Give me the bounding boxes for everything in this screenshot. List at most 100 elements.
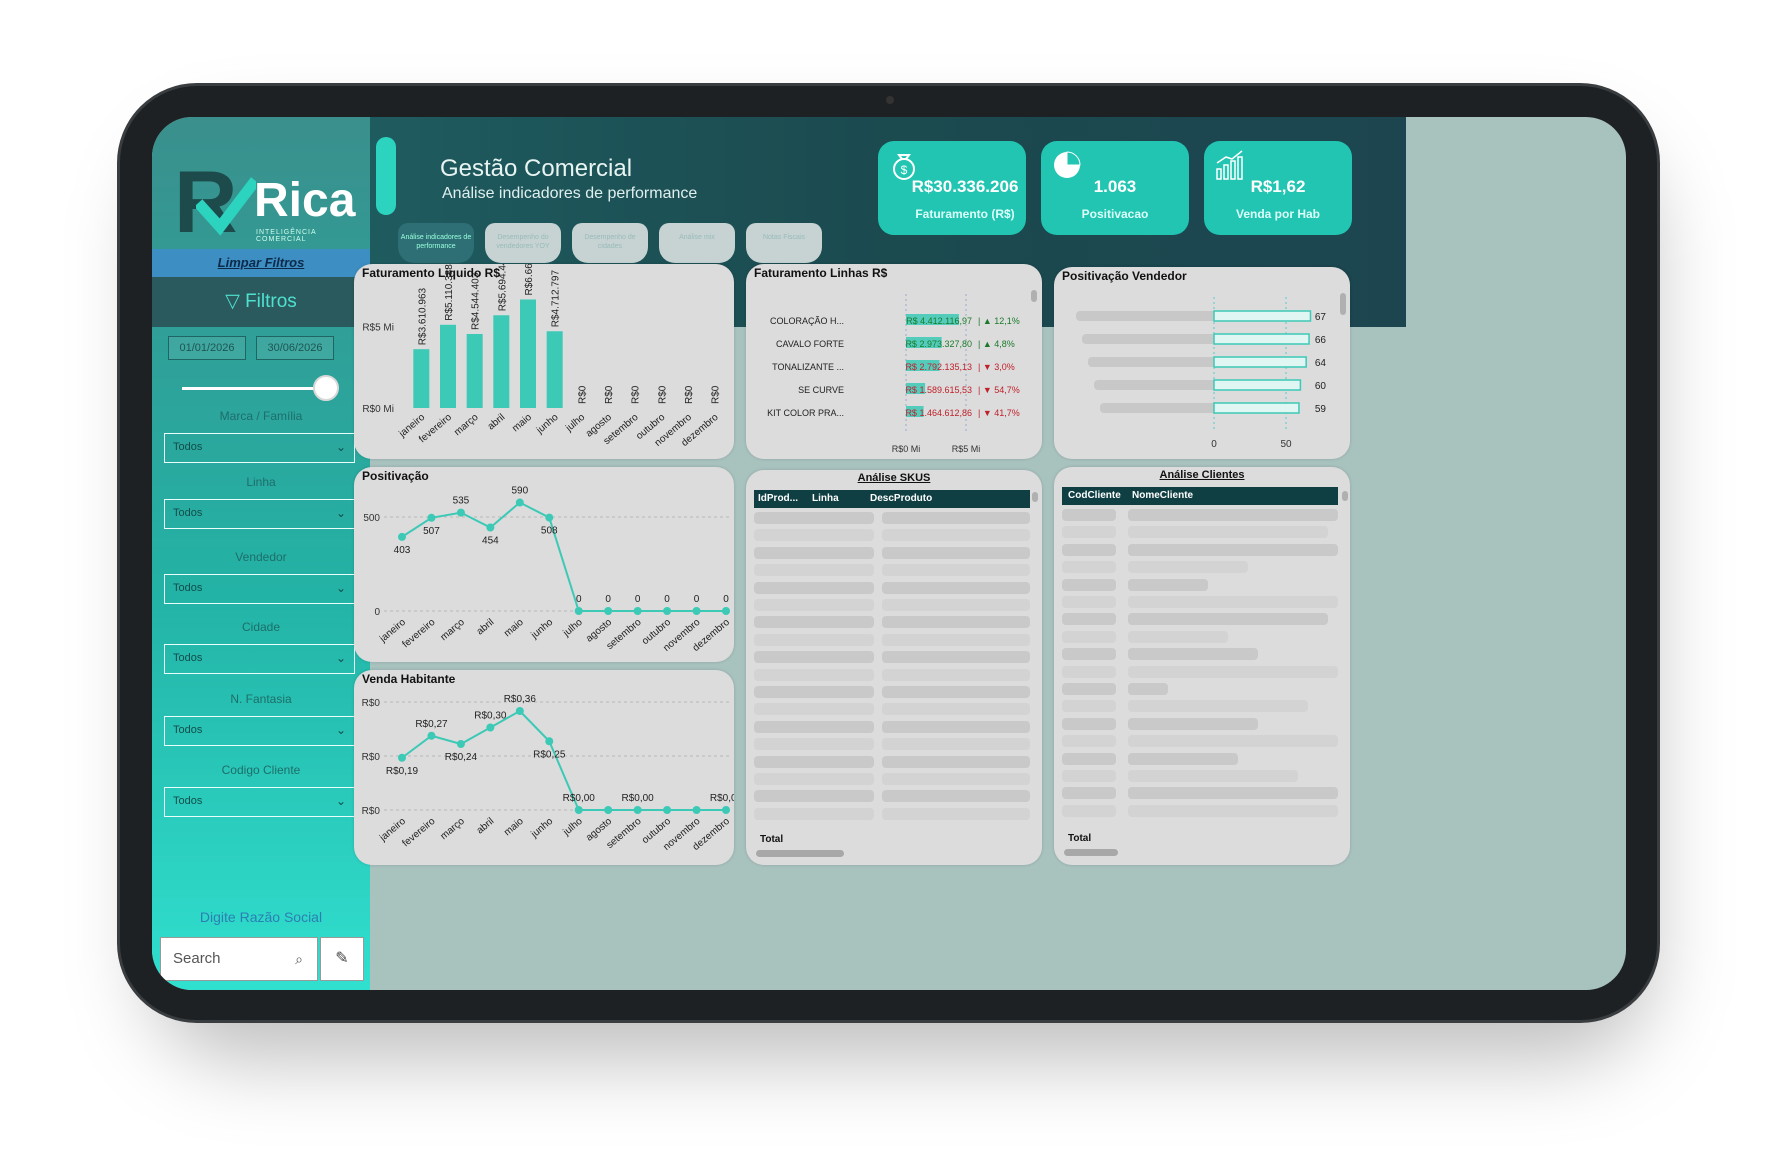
table-cell[interactable] — [1128, 770, 1298, 782]
tab-analise-mix[interactable]: Análise mix — [659, 223, 735, 263]
table-cell[interactable] — [1128, 613, 1328, 626]
table-cell[interactable] — [754, 773, 874, 785]
filter-select-cidade[interactable]: Todos ⌄ — [164, 644, 355, 674]
table-cell[interactable] — [882, 651, 1030, 664]
clear-filters-button[interactable]: Limpar Filtros — [152, 249, 370, 277]
vertical-scrollbar[interactable] — [1340, 293, 1346, 315]
table-cell[interactable] — [1062, 804, 1116, 817]
vertical-scrollbar[interactable] — [1342, 491, 1348, 501]
table-cell[interactable] — [1062, 735, 1116, 748]
table-cell[interactable] — [754, 633, 874, 646]
table-cell[interactable] — [1128, 648, 1258, 661]
filter-select-fantasia[interactable]: Todos ⌄ — [164, 716, 355, 746]
table-cell[interactable] — [754, 599, 874, 611]
horizontal-scrollbar[interactable] — [756, 850, 844, 857]
filter-select-linha[interactable]: Todos ⌄ — [164, 499, 355, 529]
table-cell[interactable] — [754, 564, 874, 577]
table-cell[interactable] — [754, 807, 874, 820]
table-cell[interactable] — [754, 529, 874, 542]
table-cell[interactable] — [754, 512, 874, 524]
table-cell[interactable] — [882, 720, 1030, 733]
table-cell[interactable] — [882, 755, 1030, 768]
filter-select-codigo[interactable]: Todos ⌄ — [164, 787, 355, 817]
razao-search-input[interactable]: Search ⌕ — [160, 937, 318, 981]
table-cell[interactable] — [882, 564, 1030, 577]
table-cell[interactable] — [754, 581, 874, 594]
table-cell[interactable] — [754, 790, 874, 803]
search-icon[interactable]: ⌕ — [295, 938, 303, 980]
table-cell[interactable] — [1128, 509, 1338, 521]
tab-notas-fiscais[interactable]: Notas Fiscais — [746, 223, 822, 263]
table-cell[interactable] — [1062, 752, 1116, 765]
date-slider-track[interactable] — [182, 387, 322, 390]
table-cell[interactable] — [1128, 596, 1338, 608]
table-cell[interactable] — [1062, 787, 1116, 800]
table-cell[interactable] — [754, 755, 874, 768]
horizontal-scrollbar[interactable] — [1064, 849, 1118, 856]
table-cell[interactable] — [1128, 735, 1338, 748]
table-cell[interactable] — [1128, 543, 1338, 556]
vertical-scrollbar[interactable] — [1032, 492, 1038, 502]
vertical-scrollbar[interactable] — [1031, 290, 1037, 302]
table-cell[interactable] — [1062, 613, 1116, 626]
column-header[interactable]: IdProd... — [758, 490, 798, 508]
table-cell[interactable] — [754, 546, 874, 559]
column-header[interactable]: CodCliente — [1068, 487, 1121, 505]
table-cell[interactable] — [882, 599, 1030, 611]
date-slider-handle[interactable] — [313, 375, 339, 401]
table-cell[interactable] — [882, 616, 1030, 629]
table-cell[interactable] — [1062, 509, 1116, 521]
filter-select-vendedor[interactable]: Todos ⌄ — [164, 574, 355, 604]
table-cell[interactable] — [1128, 561, 1248, 574]
table-cell[interactable] — [1128, 717, 1258, 730]
table-cell[interactable] — [754, 686, 874, 698]
date-start-input[interactable]: 01/01/2026 — [168, 336, 246, 360]
table-cell[interactable] — [754, 668, 874, 681]
table-cell[interactable] — [1062, 770, 1116, 782]
date-end-input[interactable]: 30/06/2026 — [256, 336, 334, 360]
table-cell[interactable] — [754, 651, 874, 664]
table-cell[interactable] — [882, 703, 1030, 716]
table-cell[interactable] — [1062, 630, 1116, 643]
table-cell[interactable] — [1062, 717, 1116, 730]
table-cell[interactable] — [1062, 683, 1116, 695]
table-cell[interactable] — [1062, 596, 1116, 608]
table-cell[interactable] — [882, 529, 1030, 542]
table-cell[interactable] — [1128, 804, 1338, 817]
table-cell[interactable] — [1128, 683, 1168, 695]
table-cell[interactable] — [1128, 578, 1208, 591]
table-cell[interactable] — [882, 773, 1030, 785]
table-cell[interactable] — [1062, 578, 1116, 591]
table-cell[interactable] — [1128, 526, 1328, 539]
column-header[interactable]: Linha — [812, 490, 839, 508]
column-header[interactable]: DescProduto — [870, 490, 932, 508]
eraser-button[interactable]: ✎ — [320, 937, 364, 981]
table-cell[interactable] — [882, 686, 1030, 698]
tab-desempenho-cidades[interactable]: Desempenho de cidades — [572, 223, 648, 263]
table-cell[interactable] — [1062, 543, 1116, 556]
table-cell[interactable] — [754, 703, 874, 716]
table-cell[interactable] — [754, 616, 874, 629]
table-cell[interactable] — [882, 546, 1030, 559]
table-cell[interactable] — [1062, 700, 1116, 713]
table-cell[interactable] — [1062, 648, 1116, 661]
table-cell[interactable] — [1128, 700, 1308, 713]
tab-analise-indicadores[interactable]: Análise indicadores de performance — [398, 223, 474, 263]
table-cell[interactable] — [1062, 561, 1116, 574]
table-cell[interactable] — [1062, 665, 1116, 678]
table-cell[interactable] — [882, 668, 1030, 681]
table-cell[interactable] — [882, 633, 1030, 646]
table-cell[interactable] — [882, 790, 1030, 803]
table-cell[interactable] — [754, 738, 874, 751]
table-cell[interactable] — [1062, 526, 1116, 539]
column-header[interactable]: NomeCliente — [1132, 487, 1193, 505]
table-cell[interactable] — [882, 738, 1030, 751]
tab-desempenho-vendedores[interactable]: Desempenho do vendedores YOY — [485, 223, 561, 263]
table-cell[interactable] — [754, 720, 874, 733]
filter-select-marca[interactable]: Todos ⌄ — [164, 433, 355, 463]
table-cell[interactable] — [882, 581, 1030, 594]
table-cell[interactable] — [1128, 630, 1228, 643]
table-cell[interactable] — [882, 512, 1030, 524]
table-cell[interactable] — [1128, 665, 1338, 678]
table-cell[interactable] — [882, 807, 1030, 820]
